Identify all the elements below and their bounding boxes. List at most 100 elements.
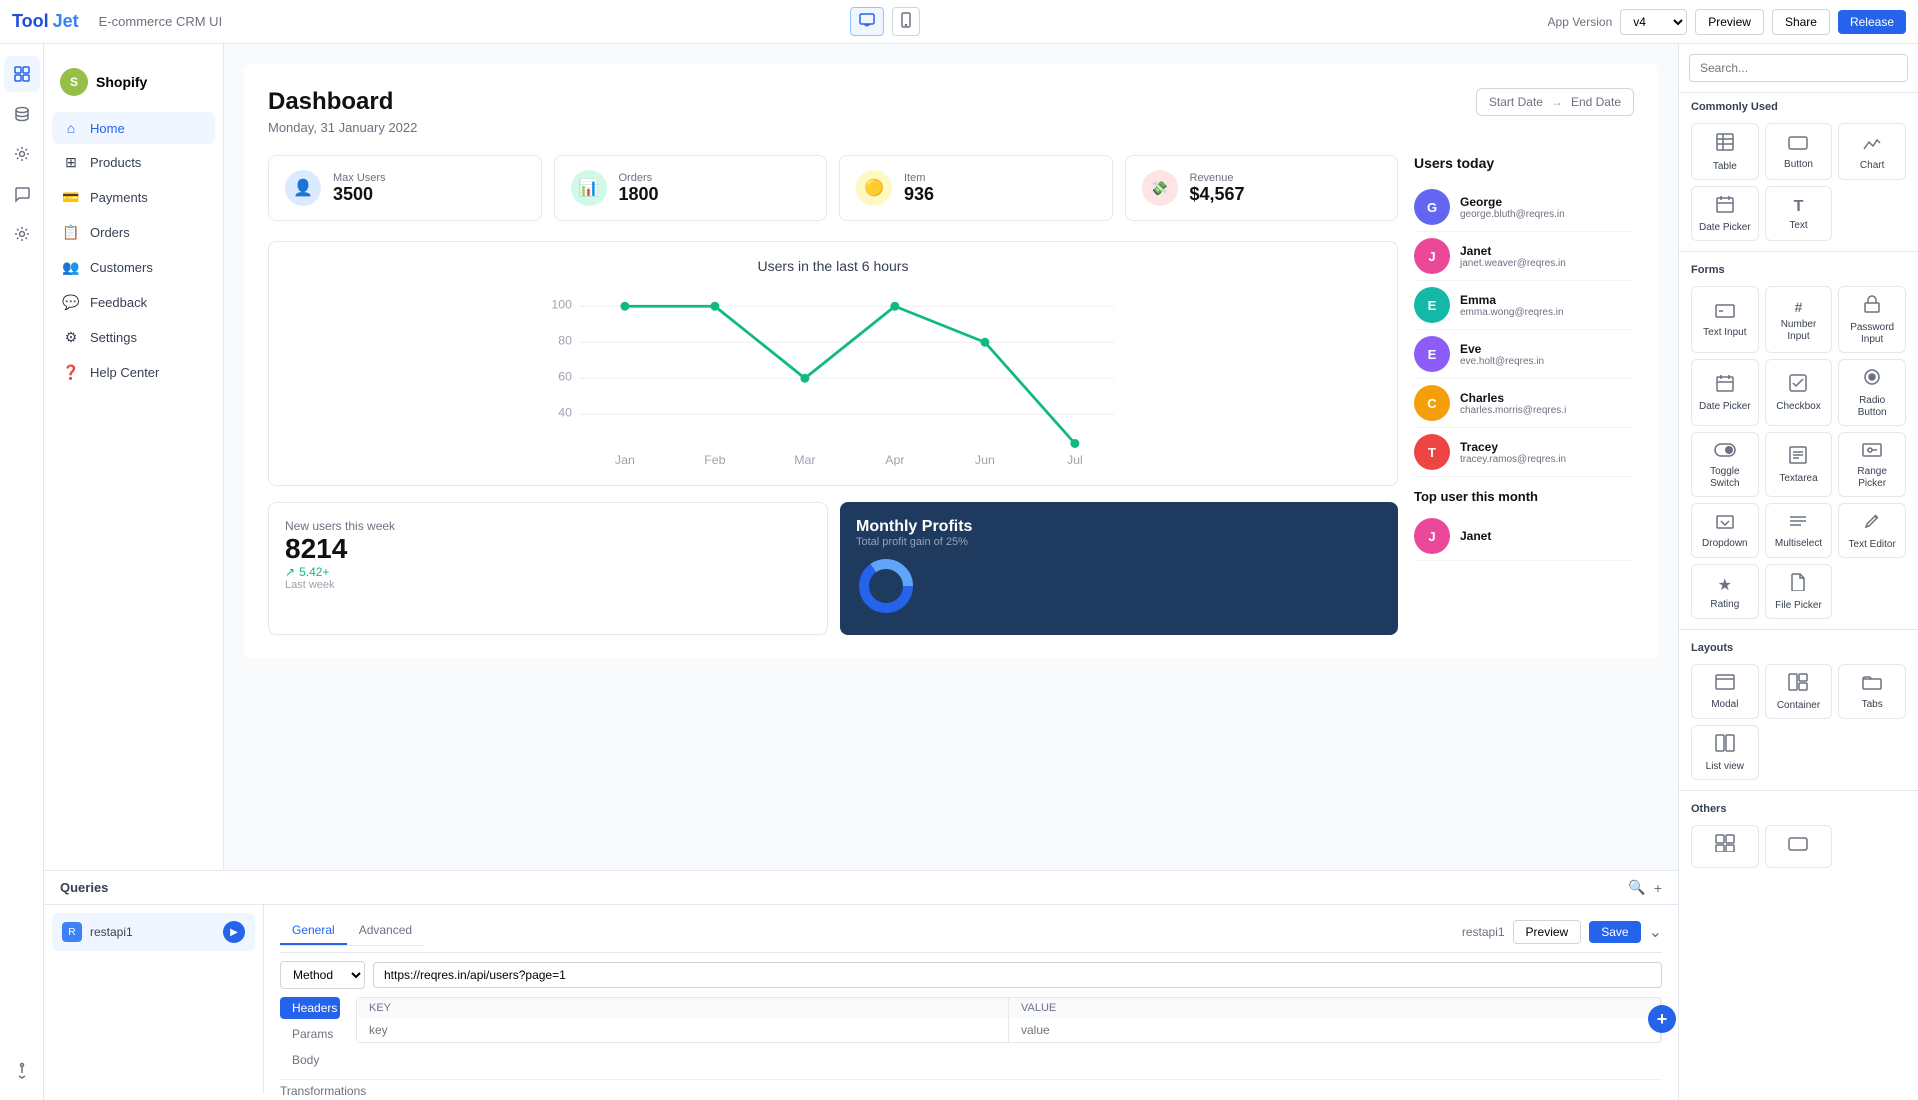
multiselect-icon xyxy=(1789,513,1807,534)
widget-other2[interactable] xyxy=(1765,825,1833,868)
share-button[interactable]: Share xyxy=(1772,9,1830,35)
desktop-btn[interactable] xyxy=(850,7,884,36)
query-panel-body: R restapi1 ▶ General Advanced restapi1 P… xyxy=(44,905,1678,1094)
commonly-used-label: Commonly Used xyxy=(1679,93,1918,117)
avatar-janet: J xyxy=(1414,238,1450,274)
new-users-label: New users this week xyxy=(285,519,811,533)
version-select[interactable]: v4 v3 v2 xyxy=(1620,9,1687,35)
textarea-icon xyxy=(1789,446,1807,469)
orders-value: 1800 xyxy=(619,184,659,205)
release-button[interactable]: Release xyxy=(1838,10,1906,34)
widget-tabs[interactable]: Tabs xyxy=(1838,664,1906,719)
sidebar-item-products[interactable]: ⊞ Products xyxy=(52,146,215,179)
feedback-icon: 💬 xyxy=(62,294,80,311)
iconbar-gear[interactable] xyxy=(4,216,40,252)
widget-search-input[interactable] xyxy=(1689,54,1908,82)
widget-checkbox[interactable]: Checkbox xyxy=(1765,359,1833,426)
query-add-btn[interactable]: + xyxy=(1654,879,1662,896)
req-tab-params[interactable]: Params xyxy=(280,1023,340,1045)
widget-list-view[interactable]: List view xyxy=(1691,725,1759,780)
new-users-value: 8214 xyxy=(285,533,811,565)
widget-container[interactable]: Container xyxy=(1765,664,1833,719)
widget-textarea[interactable]: Textarea xyxy=(1765,432,1833,497)
tab-general[interactable]: General xyxy=(280,917,347,945)
widget-text-input[interactable]: Text Input xyxy=(1691,286,1759,353)
widget-text-editor-label: Text Editor xyxy=(1849,539,1896,551)
sidebar-item-settings[interactable]: ⚙ Settings xyxy=(52,321,215,354)
widget-multiselect[interactable]: Multiselect xyxy=(1765,503,1833,558)
widget-password-input[interactable]: Password Input xyxy=(1838,286,1906,353)
query-run-btn[interactable]: ▶ xyxy=(223,921,245,943)
widget-dropdown[interactable]: Dropdown xyxy=(1691,503,1759,558)
preview-button[interactable]: Preview xyxy=(1695,9,1764,35)
url-input[interactable] xyxy=(373,962,1662,988)
method-select[interactable]: Method GET POST PUT DELETE xyxy=(280,961,365,989)
top-user-title: Top user this month xyxy=(1414,489,1634,504)
widget-modal[interactable]: Modal xyxy=(1691,664,1759,719)
max-users-info: Max Users 3500 xyxy=(333,172,386,205)
revenue-info: Revenue $4,567 xyxy=(1190,172,1245,205)
widget-toggle-switch[interactable]: Toggle Switch xyxy=(1691,432,1759,497)
kv-value-input[interactable] xyxy=(1009,1018,1661,1042)
widget-table[interactable]: Table xyxy=(1691,123,1759,180)
avatar-emma: E xyxy=(1414,287,1450,323)
widget-radio-button-label: Radio Button xyxy=(1843,395,1901,419)
trend-arrow: ↗ xyxy=(285,565,295,579)
forms-widgets: Text Input # Number Input Password Input… xyxy=(1679,280,1918,625)
tab-advanced[interactable]: Advanced xyxy=(347,917,424,945)
widget-other1[interactable] xyxy=(1691,825,1759,868)
req-tab-body[interactable]: Body xyxy=(280,1049,340,1071)
sidebar-item-orders[interactable]: 📋 Orders xyxy=(52,216,215,249)
date-range[interactable]: Start Date → End Date xyxy=(1476,88,1634,116)
query-search-btn[interactable]: 🔍 xyxy=(1628,879,1645,896)
kv-value-cell xyxy=(1009,1018,1661,1042)
widget-text[interactable]: T Text xyxy=(1765,186,1833,241)
widget-radio-button[interactable]: Radio Button xyxy=(1838,359,1906,426)
user-george: G George george.bluth@reqres.in xyxy=(1414,183,1634,232)
kv-key-cell xyxy=(357,1018,1009,1042)
widget-text-editor[interactable]: Text Editor xyxy=(1838,503,1906,558)
iconbar-database[interactable] xyxy=(4,96,40,132)
widget-number-input[interactable]: # Number Input xyxy=(1765,286,1833,353)
dashboard-title: Dashboard xyxy=(268,88,417,116)
table-widget-icon xyxy=(1715,132,1735,157)
widget-date-picker[interactable]: Date Picker xyxy=(1691,186,1759,241)
query-preview-btn[interactable]: Preview xyxy=(1513,920,1582,944)
widget-range-picker[interactable]: Range Picker xyxy=(1838,432,1906,497)
mobile-btn[interactable] xyxy=(892,7,920,36)
stat-items: 🟡 Item 936 xyxy=(839,155,1113,221)
sidebar-item-payments[interactable]: 💳 Payments xyxy=(52,181,215,214)
widget-rating[interactable]: ★ Rating xyxy=(1691,564,1759,619)
profits-title: Monthly Profits xyxy=(856,518,1382,536)
iconbar-bottom[interactable] xyxy=(4,1052,40,1088)
kv-key-input[interactable] xyxy=(357,1018,1009,1042)
query-save-btn[interactable]: Save xyxy=(1589,921,1640,943)
dashboard-header: Dashboard Monday, 31 January 2022 Start … xyxy=(268,88,1634,135)
widget-date-picker2[interactable]: Date Picker xyxy=(1691,359,1759,426)
widget-button[interactable]: Button xyxy=(1765,123,1833,180)
sidebar-item-customers[interactable]: 👥 Customers xyxy=(52,251,215,284)
iconbar-pages[interactable] xyxy=(4,56,40,92)
top-user-janet-info: Janet xyxy=(1460,529,1491,543)
new-users-card: New users this week 8214 ↗ 5.42+ Last we… xyxy=(268,502,828,635)
query-item-restapi1[interactable]: R restapi1 ▶ xyxy=(52,913,255,951)
svg-text:Feb: Feb xyxy=(704,453,725,466)
svg-text:Jan: Jan xyxy=(615,453,635,466)
chart-title: Users in the last 6 hours xyxy=(285,258,1381,274)
svg-text:100: 100 xyxy=(551,298,572,312)
sidebar-item-home[interactable]: ⌂ Home xyxy=(52,112,215,144)
iconbar-settings[interactable] xyxy=(4,136,40,172)
sidebar-item-feedback[interactable]: 💬 Feedback xyxy=(52,286,215,319)
widget-textarea-label: Textarea xyxy=(1779,473,1817,485)
widget-file-picker[interactable]: File Picker xyxy=(1765,564,1833,619)
others-widgets xyxy=(1679,819,1918,874)
query-collapse-btn[interactable]: ⌄ xyxy=(1649,922,1662,942)
iconbar-chat[interactable] xyxy=(4,176,40,212)
req-tab-headers[interactable]: Headers xyxy=(280,997,340,1019)
sidebar-item-help[interactable]: ❓ Help Center xyxy=(52,356,215,389)
topbar: ToolJet E-commerce CRM UI App Version v4… xyxy=(0,0,1918,44)
end-date-label: End Date xyxy=(1571,95,1621,109)
widget-chart[interactable]: Chart xyxy=(1838,123,1906,180)
forms-label: Forms xyxy=(1679,256,1918,280)
kv-add-btn[interactable]: + xyxy=(1648,1005,1676,1033)
